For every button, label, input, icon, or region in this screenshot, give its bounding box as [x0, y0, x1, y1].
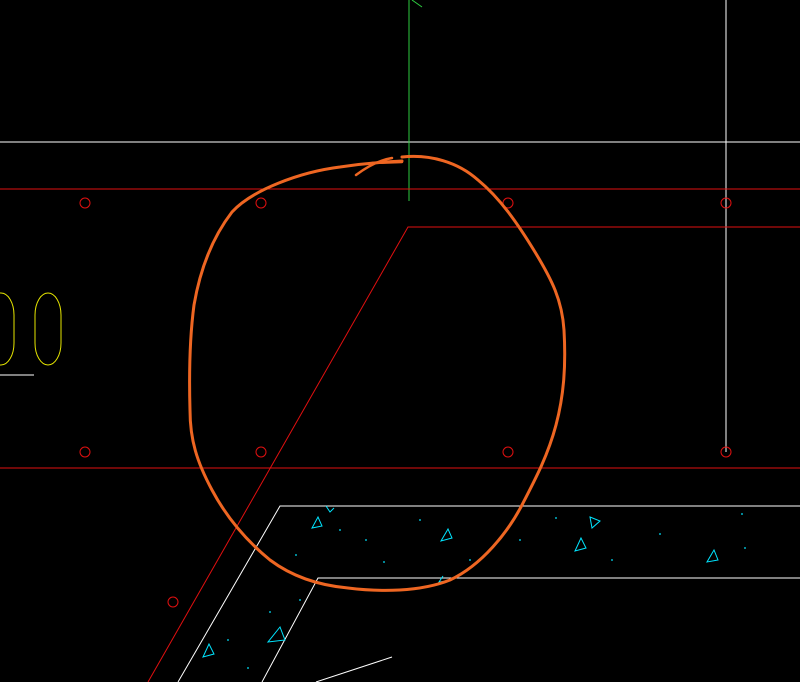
hatch-triangle — [589, 516, 601, 529]
hatch-triangle — [574, 536, 587, 552]
cad-drawing[interactable] — [0, 0, 800, 682]
slab-edge-inner — [261, 577, 800, 682]
column-mark — [34, 292, 62, 366]
anchor-marks — [79, 197, 732, 608]
anchor-mark — [255, 197, 267, 209]
slab-edge-outer — [177, 505, 800, 682]
anchor-mark — [79, 446, 91, 458]
hatch-triangle — [311, 515, 323, 529]
concrete-hatch-dots — [227, 513, 746, 669]
hatch-triangle — [706, 548, 719, 563]
hatch-triangle — [202, 642, 215, 658]
beam-line-diagonal — [147, 226, 800, 682]
anchor-mark — [79, 197, 91, 209]
column-marks — [0, 292, 62, 366]
anchor-mark — [167, 596, 179, 608]
anchor-mark — [255, 446, 267, 458]
slab-edge-fragment — [315, 656, 393, 682]
concrete-hatch — [202, 505, 719, 658]
axis-arrow-tick — [411, 0, 423, 8]
hatch-triangle — [439, 527, 453, 542]
markup-revision-cloud[interactable] — [188, 154, 567, 592]
column-mark — [0, 292, 15, 366]
hatch-triangle — [266, 626, 286, 643]
cad-canvas[interactable] — [0, 0, 800, 682]
hatch-triangle — [325, 505, 335, 513]
anchor-mark — [502, 446, 514, 458]
